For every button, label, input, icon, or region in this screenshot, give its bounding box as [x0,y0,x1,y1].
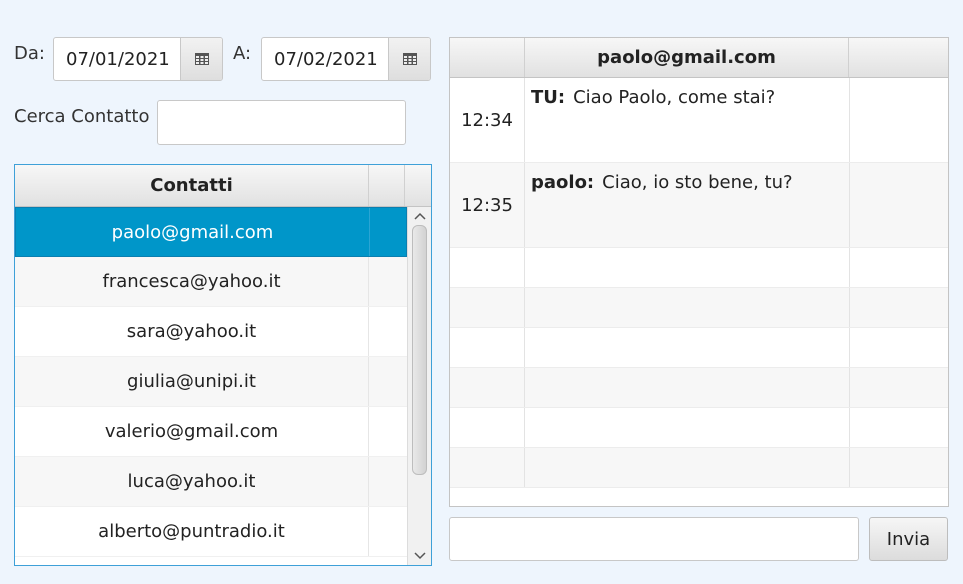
chat-table[interactable]: paolo@gmail.com 12:34 TU: Ciao Paolo, come… [449,37,949,507]
message-row[interactable]: 12:35 paolo: Ciao, io sto bene, tu? [450,163,948,248]
contact-email: valerio@gmail.com [15,407,369,456]
chat-time-column-header[interactable] [450,38,525,77]
empty-message-row [450,448,948,488]
contact-email: luca@yahoo.it [15,457,369,506]
message-text: Ciao Paolo, come stai? [573,87,776,108]
contact-row[interactable]: luca@yahoo.it [15,457,407,507]
to-date-label: A: [233,43,252,64]
to-date-picker[interactable]: 07/02/2021 [261,37,431,81]
from-date-picker[interactable]: 07/01/2021 [53,37,223,81]
contact-row[interactable]: francesca@yahoo.it [15,257,407,307]
send-button[interactable]: Invia [869,517,948,561]
message-content: paolo: Ciao, io sto bene, tu? [525,163,850,247]
message-sender: TU: [531,87,566,108]
calendar-icon [402,53,417,65]
to-date-calendar-button[interactable] [388,38,430,80]
to-date-value[interactable]: 07/02/2021 [262,38,388,80]
contact-email: giulia@unipi.it [15,357,369,406]
contacts-column-header[interactable]: Contatti [15,165,369,206]
message-content: TU: Ciao Paolo, come stai? [525,78,850,162]
message-time: 12:35 [450,163,525,247]
contact-row[interactable]: valerio@gmail.com [15,407,407,457]
from-date-label: Da: [14,43,45,64]
contacts-table[interactable]: Contatti paolo@gmail.com francesca@yahoo.… [14,164,432,566]
scroll-up-button[interactable] [408,207,431,225]
chat-extra-column-header[interactable] [849,38,948,77]
chevron-down-icon [413,552,426,560]
message-time: 12:34 [450,78,525,162]
empty-message-row [450,288,948,328]
empty-message-row [450,408,948,448]
chevron-up-icon [413,212,426,220]
message-input[interactable] [449,517,859,561]
empty-message-row [450,328,948,368]
contacts-scrollbar[interactable] [407,207,431,565]
empty-message-row [450,248,948,288]
contacts-filler-column [369,165,405,206]
message-sender: paolo: [531,172,595,193]
from-date-calendar-button[interactable] [180,38,222,80]
contact-email: francesca@yahoo.it [15,257,369,306]
message-text: Ciao, io sto bene, tu? [602,172,793,193]
contact-row[interactable]: alberto@puntradio.it [15,507,407,557]
message-row[interactable]: 12:34 TU: Ciao Paolo, come stai? [450,78,948,163]
contact-row[interactable]: sara@yahoo.it [15,307,407,357]
calendar-icon [194,53,209,65]
search-contact-label: Cerca Contatto [14,106,150,127]
scroll-down-button[interactable] [408,547,431,565]
empty-message-row [450,368,948,408]
contact-email: sara@yahoo.it [15,307,369,356]
chat-contact-header[interactable]: paolo@gmail.com [525,38,850,77]
contact-row[interactable]: giulia@unipi.it [15,357,407,407]
contact-email: alberto@puntradio.it [15,507,369,556]
contact-row[interactable]: paolo@gmail.com [15,207,407,257]
contact-email: paolo@gmail.com [16,208,370,256]
scrollbar-thumb[interactable] [412,225,427,475]
chat-header-row: paolo@gmail.com [450,38,948,78]
contacts-header-row: Contatti [15,165,431,207]
search-contact-input[interactable] [157,100,406,145]
from-date-value[interactable]: 07/01/2021 [54,38,180,80]
chat-messages: 12:34 TU: Ciao Paolo, come stai? 12:35 paolo… [450,78,948,488]
contacts-list: paolo@gmail.com francesca@yahoo.it sara@ya… [15,207,407,565]
